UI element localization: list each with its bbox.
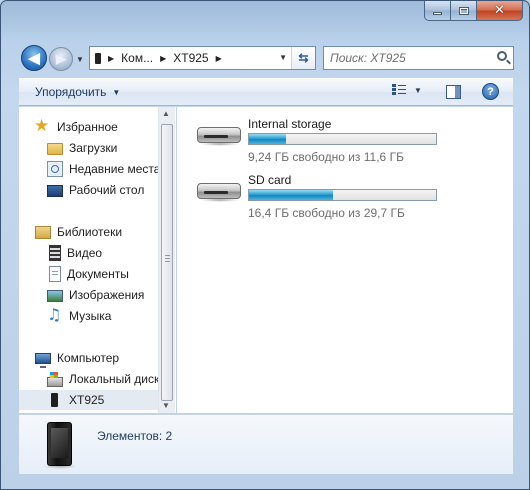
star-icon (34, 116, 51, 136)
sidebar-item-label: XT925 (69, 393, 105, 407)
local-disk-icon (47, 371, 63, 387)
file-list-area: Internal storage 9,24 ГБ свободно из 11,… (177, 107, 513, 413)
sidebar-item-label: Загрузки (69, 141, 118, 155)
sidebar-item-computer[interactable]: Компьютер (35, 348, 176, 368)
drive-usage-fill (249, 134, 287, 144)
item-count: Элементов: 2 (97, 429, 173, 443)
help-button[interactable]: ? (482, 83, 499, 100)
close-button[interactable]: ✕ (477, 1, 523, 21)
drive-item[interactable]: SD card 16,4 ГБ свободно из 29,7 ГБ (177, 163, 513, 220)
address-bar[interactable]: ▶ Ком... ▶ XT925 ▶ ▼ ⇆ (89, 46, 316, 70)
preview-pane-button[interactable] (446, 85, 461, 99)
breadcrumb-separator[interactable]: ▶ (213, 54, 225, 63)
drive-name: SD card (248, 173, 292, 187)
forward-button[interactable]: ▶ (49, 47, 73, 71)
minimize-icon (433, 12, 442, 15)
refresh-button[interactable]: ⇆ (291, 47, 315, 69)
navigation-pane: Избранное Загрузки Недавние места Рабочи… (19, 107, 176, 413)
scroll-down-icon[interactable]: ▼ (162, 401, 170, 410)
sidebar-item-recent-places[interactable]: Недавние места (47, 159, 176, 179)
sidebar-item-label: Музыка (69, 309, 112, 323)
breadcrumb-separator[interactable]: ▶ (105, 54, 117, 63)
caption-buttons: ✕ (424, 1, 523, 21)
sidebar-item-label: Рабочий стол (69, 183, 145, 197)
view-options-icon (392, 84, 406, 96)
phone-device-icon (47, 422, 72, 466)
desktop-icon (47, 185, 63, 197)
change-view-button[interactable]: ▼ (392, 84, 422, 96)
sidebar-item-documents[interactable]: Документы (47, 264, 176, 284)
address-dropdown[interactable]: ▼ (279, 53, 287, 62)
sidebar-item-label: Изображения (69, 288, 145, 302)
breadcrumb-xt925[interactable]: XT925 (169, 47, 212, 69)
navigation-pane-scrollbar[interactable]: ▲ ▼ (158, 107, 175, 413)
chevron-down-icon: ▼ (112, 87, 121, 97)
drive-icon (195, 121, 243, 147)
sidebar-item-downloads[interactable]: Загрузки (47, 138, 176, 158)
explorer-window: ✕ ◀ ▶ ▼ ▶ Ком... ▶ XT925 ▶ ▼ ⇆ Упорядочи… (0, 0, 530, 490)
forward-arrow-icon: ▶ (56, 51, 66, 66)
sidebar-item-label: Локальный диск (69, 372, 160, 386)
recent-places-icon (47, 161, 63, 177)
pictures-icon (47, 290, 63, 302)
help-icon: ? (487, 85, 494, 98)
breadcrumb-computer[interactable]: Ком... (117, 47, 157, 69)
recent-pages-dropdown[interactable]: ▼ (76, 55, 84, 64)
scrollbar-thumb[interactable] (161, 124, 173, 401)
sidebar-item-label: Библиотеки (57, 225, 123, 239)
sidebar-item-label: Видео (67, 246, 103, 260)
libraries-icon (35, 226, 51, 239)
drive-usage-bar (248, 189, 437, 201)
sidebar-item-desktop[interactable]: Рабочий стол (47, 180, 176, 200)
drive-name: Internal storage (248, 117, 332, 131)
scroll-up-icon[interactable]: ▲ (162, 109, 170, 118)
sidebar-item-label: Недавние места (69, 162, 161, 176)
command-bar: Упорядочить ▼ ▼ ? (19, 78, 513, 106)
video-icon (49, 245, 61, 261)
organize-label: Упорядочить (35, 85, 107, 99)
documents-icon (49, 266, 61, 282)
phone-icon (51, 393, 58, 407)
downloads-folder-icon (47, 143, 63, 155)
breadcrumb-separator[interactable]: ▶ (157, 54, 169, 63)
sidebar-item-video[interactable]: Видео (47, 243, 176, 263)
maximize-button[interactable] (451, 1, 477, 21)
sidebar-item-favorites[interactable]: Избранное (34, 116, 176, 137)
sidebar-item-label: Компьютер (57, 351, 120, 365)
sidebar-item-libraries[interactable]: Библиотеки (35, 222, 176, 242)
drive-free-space: 9,24 ГБ свободно из 11,6 ГБ (248, 150, 404, 164)
drive-usage-fill (249, 190, 334, 200)
details-pane: Элементов: 2 (19, 414, 513, 474)
back-arrow-icon: ◀ (28, 50, 40, 67)
drive-free-space: 16,4 ГБ свободно из 29,7 ГБ (248, 206, 405, 220)
close-icon: ✕ (494, 3, 505, 18)
search-icon[interactable] (497, 51, 507, 61)
drive-usage-bar (248, 133, 437, 145)
computer-icon (35, 353, 51, 368)
phone-icon (95, 52, 101, 64)
maximize-icon (458, 6, 469, 15)
sidebar-item-label: Избранное (57, 120, 118, 134)
sidebar-item-xt925[interactable]: XT925 (19, 390, 160, 410)
search-box[interactable] (323, 46, 514, 70)
organize-button[interactable]: Упорядочить ▼ (35, 85, 120, 99)
chevron-down-icon[interactable]: ▼ (414, 86, 422, 95)
music-icon (47, 305, 63, 324)
minimize-button[interactable] (424, 1, 451, 21)
sidebar-item-pictures[interactable]: Изображения (47, 285, 176, 305)
sidebar-item-label: Документы (67, 267, 129, 281)
sidebar-item-local-disk[interactable]: Локальный диск (47, 369, 176, 389)
drive-item[interactable]: Internal storage 9,24 ГБ свободно из 11,… (177, 107, 513, 164)
refresh-icon: ⇆ (298, 51, 309, 65)
search-input[interactable] (324, 51, 484, 65)
sidebar-item-music[interactable]: Музыка (47, 305, 176, 326)
back-button[interactable]: ◀ (21, 45, 47, 71)
navigation-row: ◀ ▶ ▼ ▶ Ком... ▶ XT925 ▶ ▼ ⇆ (1, 41, 529, 77)
drive-icon (195, 177, 243, 203)
